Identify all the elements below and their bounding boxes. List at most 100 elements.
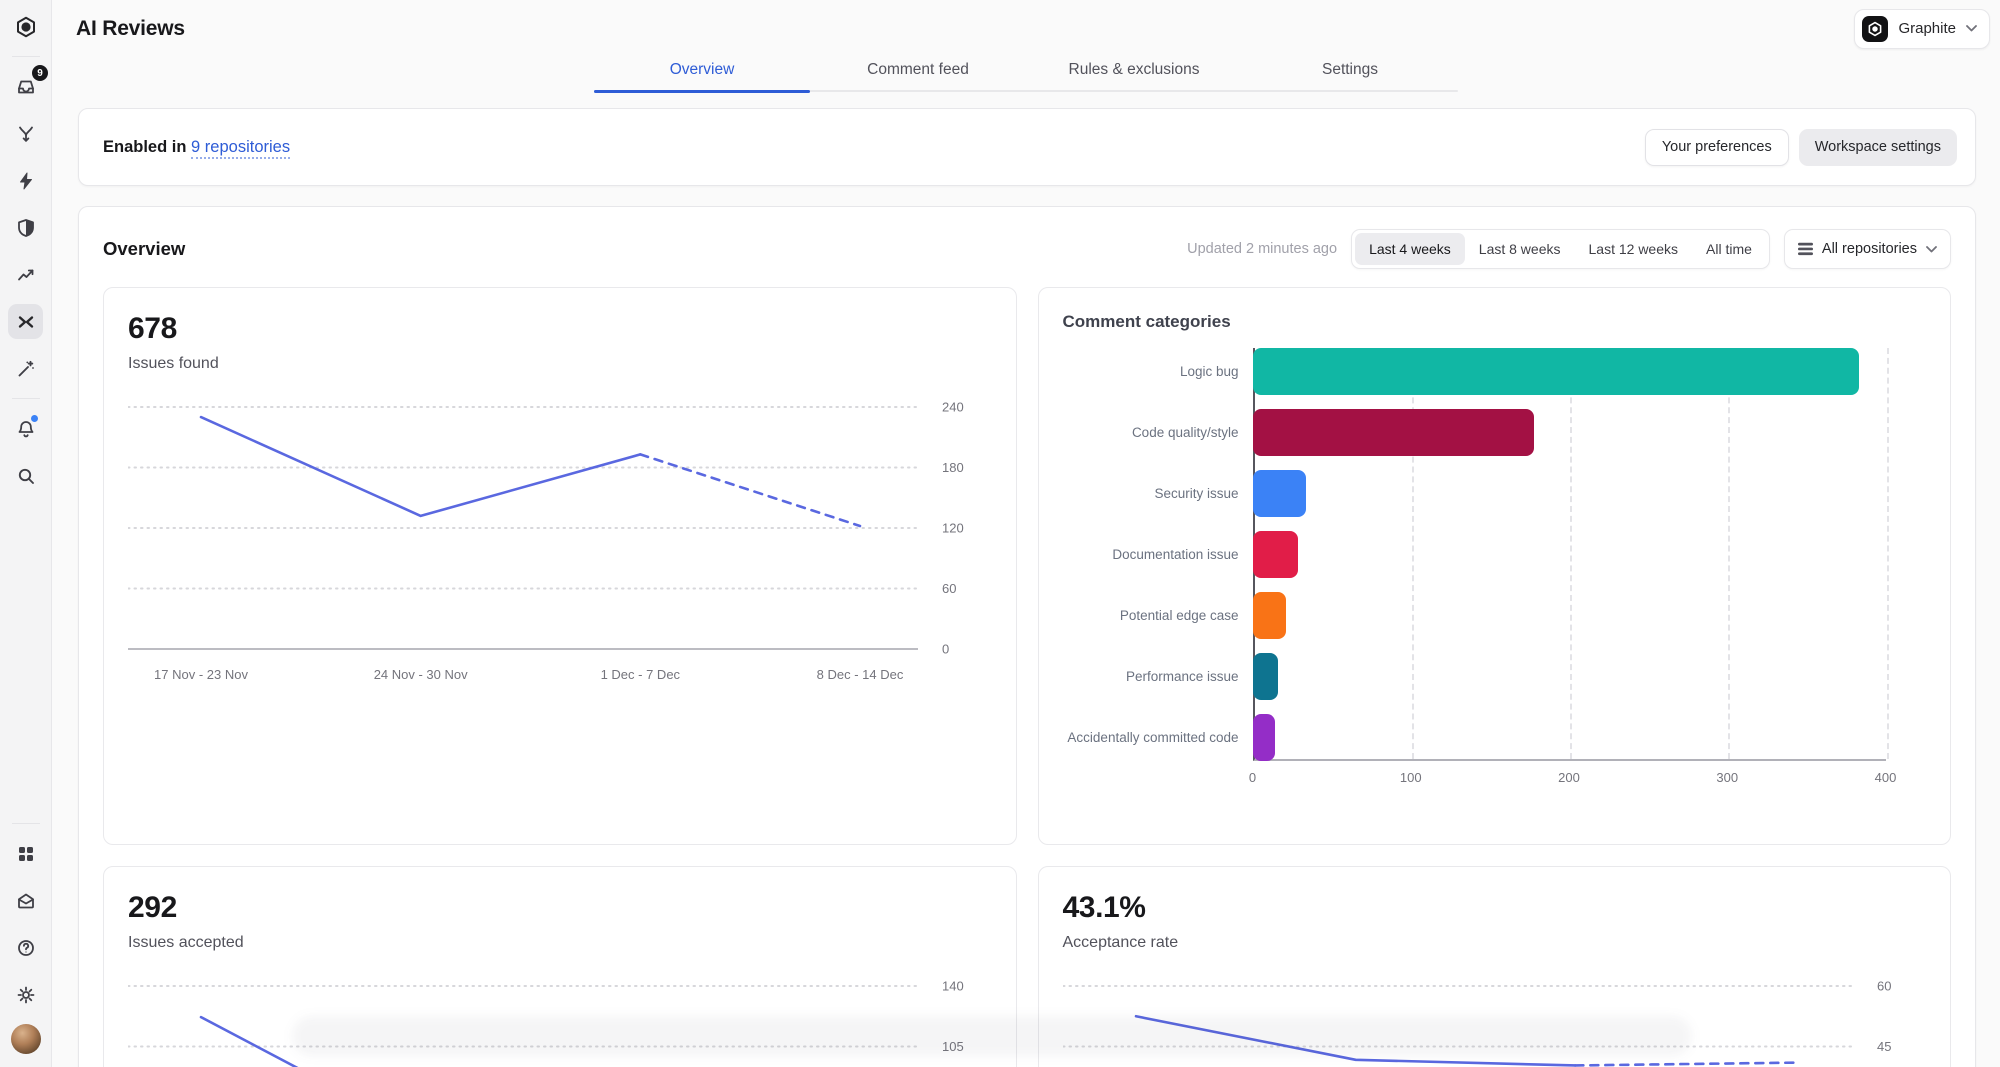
sidebar-item-help[interactable] <box>8 930 43 965</box>
sidebar-divider <box>11 56 40 57</box>
category-label: Code quality/style <box>1131 424 1239 440</box>
tab-comment-feed[interactable]: Comment feed <box>810 48 1026 92</box>
issues-accepted-chart: 0357010514017 Nov - 23 Nov24 Nov - 30 No… <box>128 979 964 1067</box>
comment-categories-title: Comment categories <box>1062 312 1231 331</box>
svg-text:140: 140 <box>942 979 964 994</box>
sidebar-divider <box>11 823 40 824</box>
graphite-badge-icon <box>1862 15 1889 42</box>
sidebar-item-magic-wand[interactable] <box>8 351 43 386</box>
sidebar-item-settings[interactable] <box>8 977 43 1012</box>
workspace-switcher[interactable]: Graphite <box>1854 8 1990 49</box>
category-bar <box>1252 409 1535 456</box>
bar-row: Accidentally committed code <box>1063 714 1927 761</box>
apps-grid-icon <box>18 846 33 861</box>
chevron-down-icon <box>1966 25 1977 32</box>
bar-row: Performance issue <box>1063 653 1927 700</box>
graphite-hexagon-icon <box>16 16 35 37</box>
chart-trend-icon <box>17 269 33 280</box>
tab-label: Overview <box>669 61 735 78</box>
acceptance-rate-card: 43.1% Acceptance rate 01530456017 Nov - … <box>1037 866 1951 1067</box>
category-label: Documentation issue <box>1112 546 1239 562</box>
user-avatar[interactable] <box>10 1024 41 1054</box>
ai-reviews-icon <box>18 315 33 328</box>
acceptance-rate-value: 43.1% <box>1062 891 1146 924</box>
category-bar <box>1252 714 1275 761</box>
tab-rules-exclusions[interactable]: Rules & exclusions <box>1026 48 1242 92</box>
svg-text:240: 240 <box>942 400 964 415</box>
svg-text:60: 60 <box>942 581 956 596</box>
search-icon <box>18 468 34 484</box>
range-last-4-weeks[interactable]: Last 4 weeks <box>1355 233 1465 265</box>
category-bar <box>1252 348 1859 395</box>
svg-text:60: 60 <box>1877 979 1891 994</box>
notification-dot <box>31 415 38 422</box>
ai-reviews-page: 9 AI Reviews Graphite Overview Comment f… <box>0 0 2000 1067</box>
category-label: Security issue <box>1154 485 1239 501</box>
issues-found-label: Issues found <box>128 355 219 372</box>
category-label: Accidentally committed code <box>1067 729 1239 745</box>
repositories-link[interactable]: 9 repositories <box>191 137 291 159</box>
graphite-logo-icon[interactable] <box>8 9 43 44</box>
sidebar: 9 <box>0 0 52 1067</box>
sidebar-item-inbox[interactable]: 9 <box>8 65 48 104</box>
svg-text:105: 105 <box>942 1039 964 1054</box>
sidebar-divider <box>11 398 40 399</box>
comment-categories-card: Comment categories Logic bug Code quality… <box>1037 287 1951 845</box>
svg-text:17 Nov - 23 Nov: 17 Nov - 23 Nov <box>154 667 248 682</box>
category-label: Logic bug <box>1179 363 1239 379</box>
category-bar <box>1252 531 1299 578</box>
range-all-time[interactable]: All time <box>1692 233 1766 265</box>
range-last-12-weeks[interactable]: Last 12 weeks <box>1575 233 1693 265</box>
svg-text:45: 45 <box>1877 1039 1891 1054</box>
workspace-settings-button[interactable]: Workspace settings <box>1798 128 1957 166</box>
stack-icon <box>1797 242 1813 256</box>
tab-label: Settings <box>1321 61 1378 78</box>
chevron-down-icon <box>1926 245 1937 252</box>
settings-gear-icon <box>17 986 34 1003</box>
issues-found-value: 678 <box>128 312 177 345</box>
your-preferences-button[interactable]: Your preferences <box>1644 128 1789 166</box>
comment-categories-chart: Logic bug Code quality/style Security issu… <box>1063 348 1927 790</box>
sidebar-item-search[interactable] <box>8 458 43 493</box>
bar-row: Code quality/style <box>1063 409 1927 456</box>
repository-filter-dropdown[interactable]: All repositories <box>1783 229 1951 269</box>
sidebar-item-merge[interactable] <box>8 116 43 151</box>
sidebar-item-ai-reviews[interactable] <box>8 304 43 339</box>
merge-icon <box>18 126 33 142</box>
svg-text:8 Dec - 14 Dec: 8 Dec - 14 Dec <box>817 667 904 682</box>
sidebar-item-automations-flash[interactable] <box>8 163 43 198</box>
panel-header: Overview Updated 2 minutes ago Last 4 we… <box>103 229 1951 269</box>
range-last-8-weeks[interactable]: Last 8 weeks <box>1465 233 1575 265</box>
banner-prefix: Enabled in <box>103 137 187 156</box>
metrics-grid: 678 Issues found 0 60 120 180 240 17 Nov - 23… <box>103 287 1951 1067</box>
shield-icon <box>17 218 34 237</box>
tab-label: Rules & exclusions <box>1068 61 1200 78</box>
tab-overview[interactable]: Overview <box>594 48 810 93</box>
sidebar-item-insights[interactable] <box>8 257 43 292</box>
acceptance-rate-label: Acceptance rate <box>1062 934 1179 951</box>
sidebar-item-notifications[interactable] <box>8 411 43 446</box>
repository-filter-label: All repositories <box>1821 241 1917 257</box>
mail-icon <box>17 893 34 908</box>
svg-text:180: 180 <box>942 460 964 475</box>
main-content: AI Reviews Graphite Overview Comment fee… <box>52 0 2000 1067</box>
updated-timestamp: Updated 2 minutes ago <box>1187 241 1338 257</box>
sidebar-item-protections[interactable] <box>8 210 43 245</box>
tab-label: Comment feed <box>867 61 969 78</box>
time-range-segmented-control: Last 4 weeks Last 8 weeks Last 12 weeks … <box>1351 229 1770 269</box>
tab-settings[interactable]: Settings <box>1242 48 1458 92</box>
wand-icon <box>18 360 34 376</box>
inbox-icon <box>17 80 34 93</box>
page-title: AI Reviews <box>76 16 185 40</box>
issues-accepted-value: 292 <box>128 891 177 924</box>
zap-icon <box>19 172 32 189</box>
issues-accepted-card: 292 Issues accepted 0357010514017 Nov - … <box>103 866 1017 1067</box>
workspace-name: Graphite <box>1898 20 1956 37</box>
panel-title: Overview <box>103 238 186 259</box>
sidebar-item-apps[interactable] <box>8 836 43 871</box>
category-bar <box>1252 470 1307 517</box>
help-icon <box>17 939 34 956</box>
enabled-repos-banner: Enabled in 9 repositories Your preferenc… <box>78 108 1976 186</box>
sidebar-item-mail[interactable] <box>8 883 43 918</box>
bar-x-axis: 0 100 200 300 400 <box>1248 770 1897 785</box>
